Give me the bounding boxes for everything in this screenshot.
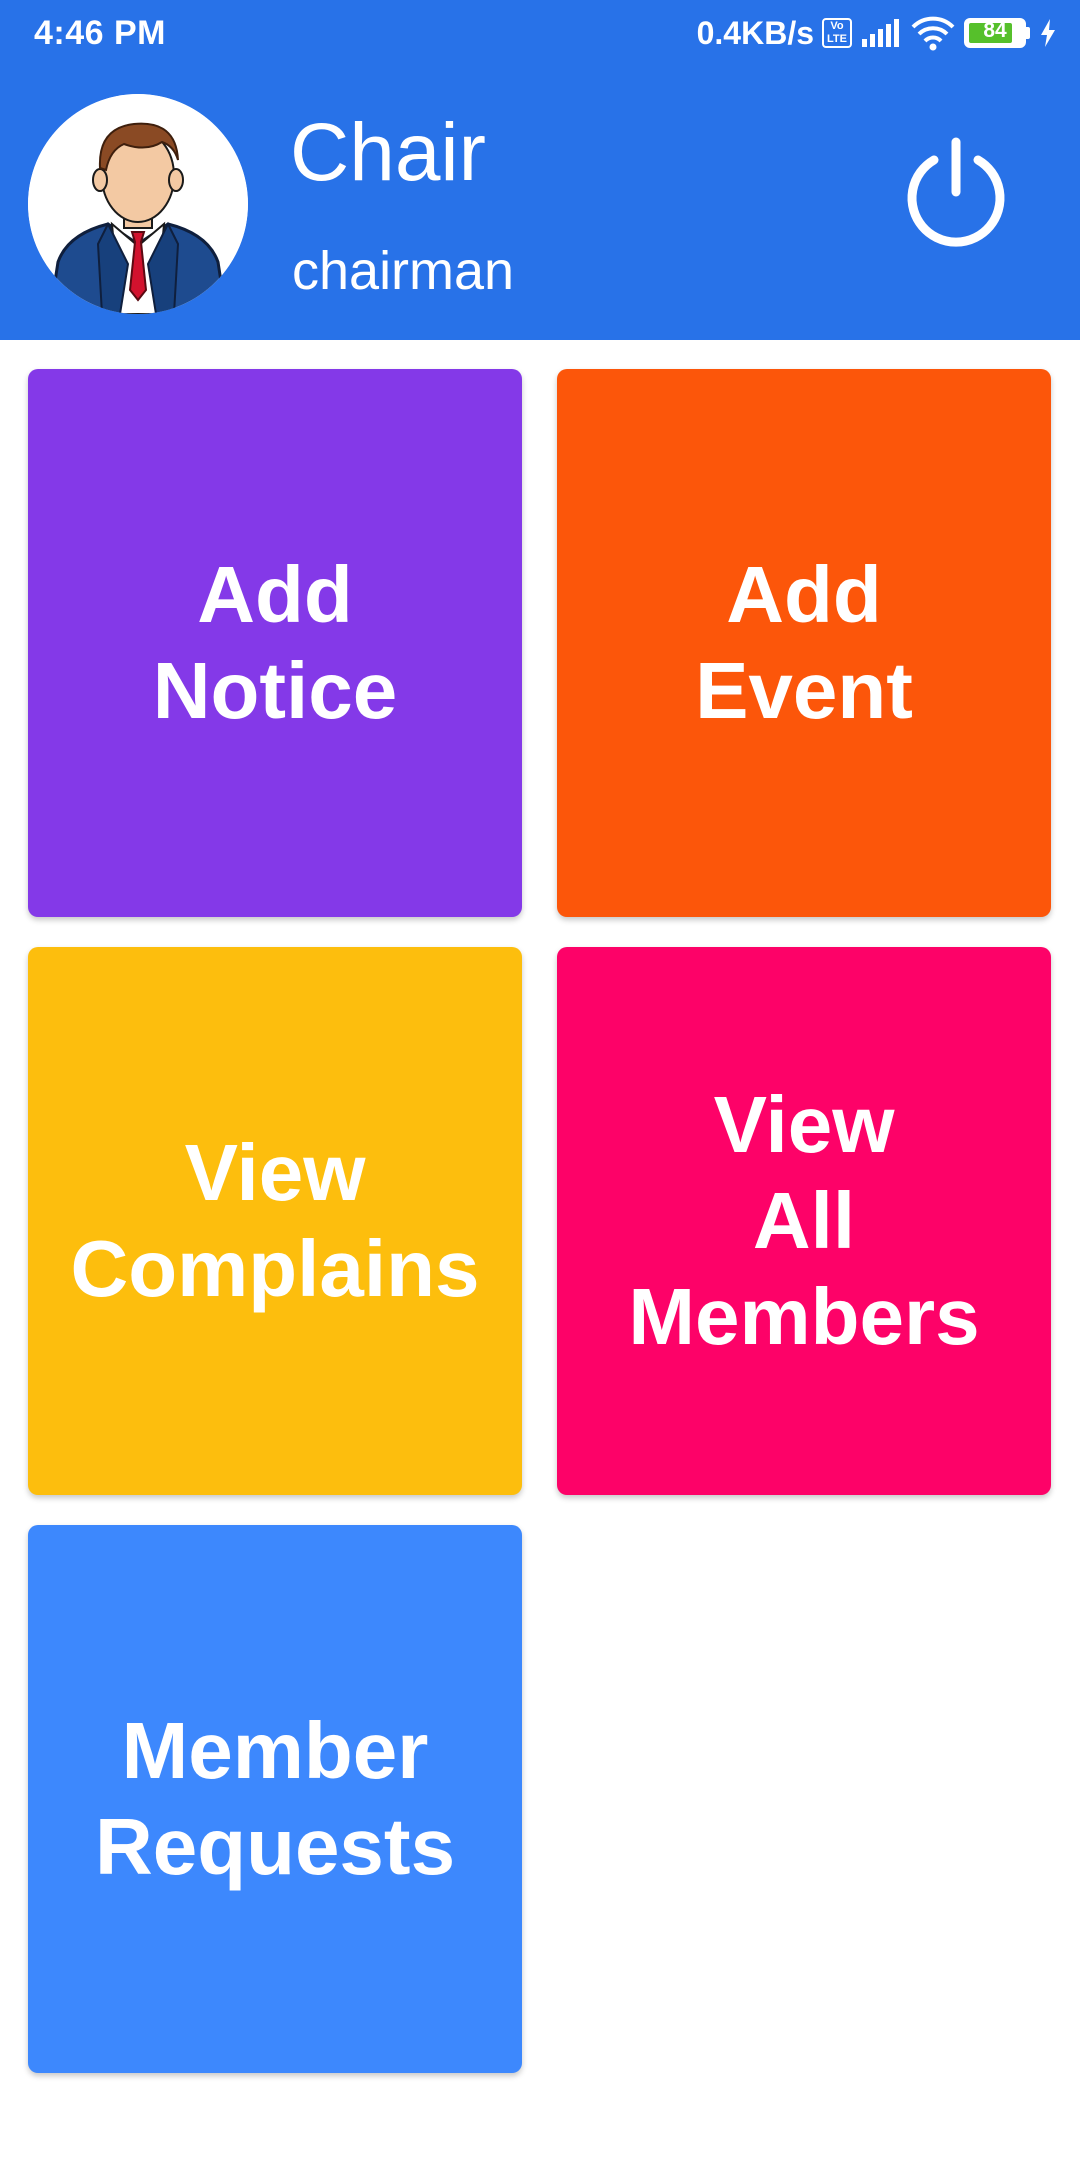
businessman-avatar-icon <box>28 94 248 314</box>
signal-icon <box>862 19 899 47</box>
add-notice-label: Add Notice <box>152 550 398 735</box>
network-speed: 0.4KB/s <box>696 14 814 51</box>
user-role: chairman <box>292 241 515 301</box>
add-notice-button[interactable]: Add Notice <box>28 369 522 917</box>
add-event-label: Add Event <box>695 550 913 735</box>
member-requests-label: Member Requests <box>94 1706 456 1891</box>
battery-level: 84 <box>983 19 1007 42</box>
app-header: 4:46 PM 0.4KB/s Vo LTE 84 Chair chairman <box>0 0 1080 340</box>
user-name: Chair <box>290 107 486 198</box>
view-complains-label: View Complains <box>70 1128 480 1313</box>
add-event-button[interactable]: Add Event <box>557 369 1051 917</box>
charging-icon <box>1041 19 1055 47</box>
status-bar: 4:46 PM 0.4KB/s Vo LTE 84 <box>0 0 1080 66</box>
avatar <box>28 94 248 314</box>
volte-icon: Vo LTE <box>822 18 852 48</box>
wifi-icon <box>911 16 955 51</box>
member-requests-button[interactable]: Member Requests <box>28 1525 522 2073</box>
view-complains-button[interactable]: View Complains <box>28 947 522 1495</box>
status-time: 4:46 PM <box>34 14 166 52</box>
battery-tip <box>1026 27 1030 39</box>
power-icon <box>907 137 1005 247</box>
status-icons: 0.4KB/s Vo LTE 84 <box>697 12 1058 54</box>
view-all-members-label: View All Members <box>628 1080 980 1361</box>
logout-button[interactable] <box>898 136 1014 252</box>
view-all-members-button[interactable]: View All Members <box>557 947 1051 1495</box>
battery-icon: 84 <box>964 18 1026 48</box>
